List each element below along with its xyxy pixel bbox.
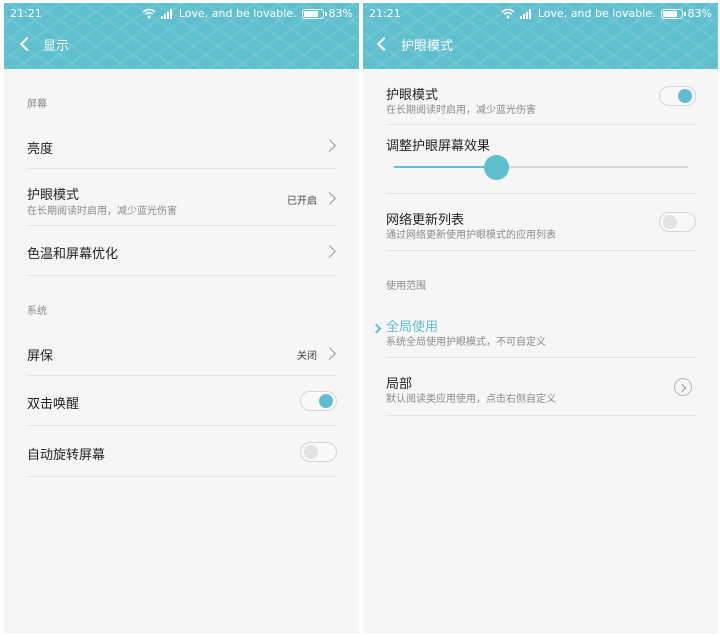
- status-time: 21:21: [369, 7, 401, 20]
- battery-percent: 83%: [328, 7, 353, 20]
- section-label-scope: 使用范围: [386, 281, 426, 292]
- color-temp-item[interactable]: 色温和屏幕优化: [27, 226, 337, 276]
- effect-slider-item: 调整护眼屏幕效果: [386, 125, 696, 194]
- wifi-icon: [501, 8, 515, 19]
- battery-icon: [660, 8, 686, 19]
- effect-slider-title: 调整护眼屏幕效果: [386, 139, 491, 154]
- screensaver-title: 屏保: [27, 349, 54, 364]
- battery-percent: 83%: [687, 7, 712, 20]
- double-tap-wake-item: 双击唤醒: [27, 376, 337, 426]
- brightness-item[interactable]: 亮度: [27, 118, 337, 169]
- auto-rotate-title: 自动旋转屏幕: [27, 448, 106, 463]
- color-temp-title: 色温和屏幕优化: [27, 247, 119, 262]
- effect-slider-track[interactable]: [394, 154, 688, 180]
- battery-icon: [301, 8, 327, 19]
- scope-global-subtitle: 系统全局使用护眼模式，不可自定义: [386, 337, 546, 348]
- signal-icon: [519, 8, 531, 19]
- toggle-knob: [319, 394, 333, 408]
- screensaver-item[interactable]: 屏保 关闭: [27, 325, 337, 376]
- status-bar-right: Love, and be lovable. 83%: [142, 7, 353, 20]
- back-icon[interactable]: [375, 36, 389, 52]
- battery-fill: [662, 10, 677, 17]
- wifi-icon: [142, 8, 156, 19]
- toggle-knob: [304, 445, 318, 459]
- effect-slider-thumb[interactable]: [484, 154, 510, 180]
- chevron-right-icon: [323, 192, 336, 205]
- brightness-title: 亮度: [27, 142, 54, 157]
- network-update-subtitle: 通过网络更新使用护眼模式的应用列表: [386, 230, 556, 241]
- app-header: 21:21 Love, and be lovable. 83% 护眼模式: [363, 3, 718, 69]
- scope-global-option[interactable]: 全局使用 系统全局使用护眼模式，不可自定义: [386, 300, 696, 358]
- carrier-text: Love, and be lovable.: [537, 7, 656, 20]
- section-label-screen: 屏幕: [27, 99, 47, 110]
- chevron-right-icon: [323, 245, 336, 258]
- auto-rotate-toggle[interactable]: [300, 442, 337, 462]
- auto-rotate-item: 自动旋转屏幕: [27, 426, 337, 477]
- chevron-right-icon: [323, 139, 336, 152]
- eye-care-toggle[interactable]: [659, 86, 696, 106]
- eye-care-subtitle: 在长期阅读时启用，减少蓝光伤害: [386, 105, 536, 116]
- section-label-system: 系统: [27, 306, 47, 317]
- toggle-knob: [663, 215, 677, 229]
- carrier-text: Love, and be lovable.: [178, 7, 297, 20]
- network-update-item: 网络更新列表 通过网络更新使用护眼模式的应用列表: [386, 194, 696, 251]
- display-settings-screen: 21:21 Love, and be lovable. 83% 显示 屏幕 亮度: [4, 3, 359, 634]
- battery-fill: [303, 10, 318, 17]
- eye-care-subtitle: 在长期阅读时启用，减少蓝光伤害: [27, 206, 177, 217]
- selected-indicator-icon: [371, 323, 382, 334]
- eye-care-settings-screen: 21:21 Love, and be lovable. 83% 护眼模式 护眼模…: [363, 3, 718, 634]
- screensaver-status: 关闭: [297, 351, 317, 362]
- circle-arrow-right-icon[interactable]: [674, 378, 692, 396]
- network-update-toggle[interactable]: [659, 212, 696, 232]
- eye-care-toggle-item: 护眼模式 在长期阅读时启用，减少蓝光伤害: [386, 69, 696, 125]
- chevron-right-icon: [323, 347, 336, 360]
- effect-slider-fill: [394, 166, 497, 168]
- app-header: 21:21 Love, and be lovable. 83% 显示: [4, 3, 359, 69]
- eye-care-status: 已开启: [287, 196, 317, 207]
- status-time: 21:21: [10, 7, 42, 20]
- page-title: 护眼模式: [401, 39, 454, 54]
- scope-partial-subtitle: 默认阅读类应用使用，点击右侧自定义: [386, 394, 556, 405]
- signal-icon: [160, 8, 172, 19]
- back-icon[interactable]: [18, 36, 32, 52]
- toggle-knob: [678, 89, 692, 103]
- double-tap-wake-title: 双击唤醒: [27, 397, 80, 412]
- eye-care-title: 护眼模式: [27, 188, 80, 203]
- double-tap-wake-toggle[interactable]: [300, 391, 337, 411]
- status-bar-right: Love, and be lovable. 83%: [501, 7, 712, 20]
- eye-care-item[interactable]: 护眼模式 在长期阅读时启用，减少蓝光伤害 已开启: [27, 169, 337, 226]
- page-title: 显示: [43, 39, 70, 54]
- scope-partial-option[interactable]: 局部 默认阅读类应用使用，点击右侧自定义: [386, 358, 696, 416]
